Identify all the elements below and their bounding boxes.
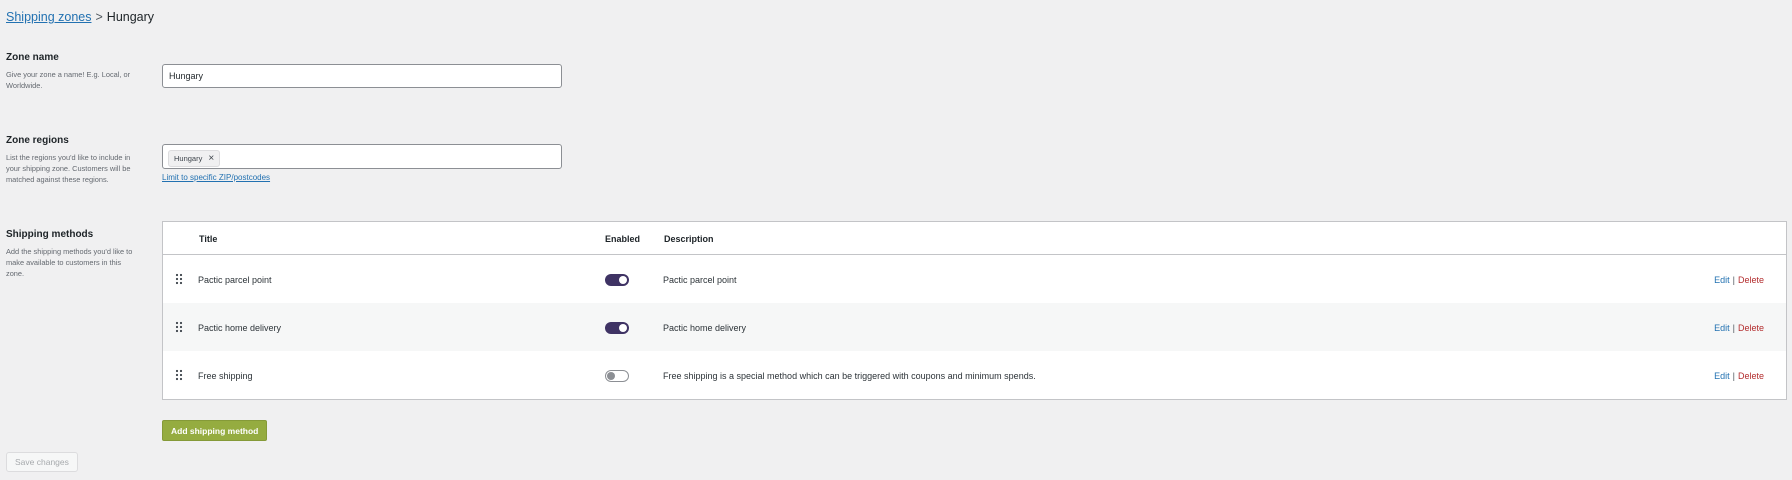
table-header: Title Enabled Description (163, 222, 1786, 255)
breadcrumb: Shipping zones > Hungary (6, 10, 154, 24)
limit-postcodes-link[interactable]: Limit to specific ZIP/postcodes (162, 173, 270, 182)
breadcrumb-link-shipping-zones[interactable]: Shipping zones (6, 10, 91, 24)
edit-link[interactable]: Edit (1714, 371, 1730, 381)
zone-name-label: Zone name (6, 52, 59, 63)
shipping-methods-description: Add the shipping methods you'd like to m… (6, 247, 133, 278)
table-row: Free shipping Free shipping is a special… (163, 351, 1786, 399)
delete-link[interactable]: Delete (1738, 275, 1764, 285)
delete-link[interactable]: Delete (1738, 371, 1764, 381)
edit-link[interactable]: Edit (1714, 323, 1730, 333)
delete-link[interactable]: Delete (1738, 323, 1764, 333)
zone-regions-select[interactable]: Hungary × (162, 144, 562, 169)
method-title: Free shipping (198, 371, 253, 381)
zone-name-section: Zone name Give your zone a name! E.g. Lo… (6, 52, 141, 91)
table-row: Pactic home delivery Pactic home deliver… (163, 303, 1786, 351)
drag-handle-icon[interactable] (175, 321, 183, 335)
zone-name-input[interactable] (162, 64, 562, 88)
actions-separator: | (1732, 323, 1735, 333)
method-enabled-toggle[interactable] (605, 322, 629, 334)
region-chip-label: Hungary (174, 154, 203, 163)
method-title: Pactic home delivery (198, 323, 282, 333)
method-title: Pactic parcel point (198, 275, 272, 285)
method-description: Pactic home delivery (663, 323, 747, 333)
method-enabled-toggle[interactable] (605, 370, 629, 382)
save-changes-button[interactable]: Save changes (6, 452, 78, 472)
zone-regions-description: List the regions you'd like to include i… (6, 153, 131, 184)
shipping-methods-table: Title Enabled Description Pactic parcel … (162, 221, 1787, 400)
region-chip: Hungary × (168, 150, 221, 167)
zone-name-description: Give your zone a name! E.g. Local, or Wo… (6, 70, 131, 90)
column-enabled: Enabled (605, 234, 641, 244)
add-shipping-method-button[interactable]: Add shipping method (162, 420, 268, 441)
method-enabled-toggle[interactable] (605, 274, 629, 286)
edit-link[interactable]: Edit (1714, 275, 1730, 285)
method-description: Free shipping is a special method which … (663, 371, 1036, 381)
drag-handle-icon[interactable] (175, 369, 183, 383)
method-description: Pactic parcel point (663, 275, 737, 285)
toggle-knob (619, 324, 627, 332)
shipping-methods-label: Shipping methods (6, 229, 94, 240)
zone-regions-label: Zone regions (6, 135, 69, 146)
zone-regions-section: Zone regions List the regions you'd like… (6, 135, 141, 185)
breadcrumb-separator: > (95, 10, 103, 24)
method-actions: Edit | Delete (1714, 275, 1764, 285)
breadcrumb-current: Hungary (106, 10, 155, 24)
close-icon[interactable]: × (208, 153, 214, 164)
table-row: Pactic parcel point Pactic parcel point … (163, 255, 1786, 303)
toggle-knob (607, 371, 615, 380)
method-actions: Edit | Delete (1714, 323, 1764, 333)
shipping-methods-section: Shipping methods Add the shipping method… (6, 229, 141, 279)
column-title: Title (199, 234, 218, 244)
drag-handle-icon[interactable] (175, 273, 183, 287)
column-description: Description (664, 234, 714, 244)
method-actions: Edit | Delete (1714, 371, 1764, 381)
actions-separator: | (1732, 275, 1735, 285)
actions-separator: | (1732, 371, 1735, 381)
toggle-knob (619, 276, 627, 284)
